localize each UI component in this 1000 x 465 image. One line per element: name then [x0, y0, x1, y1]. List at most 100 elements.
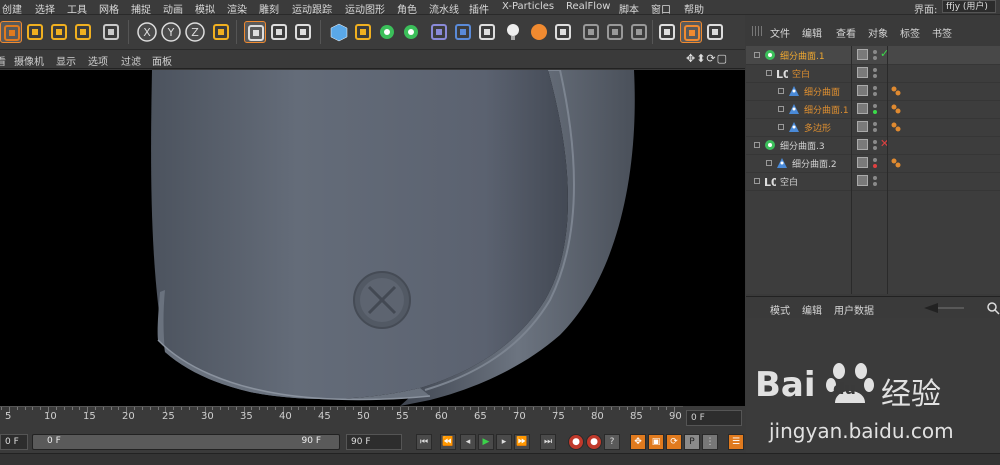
key-pla-button[interactable]: ⋮ [702, 434, 718, 450]
back-arrow-icon[interactable] [924, 301, 964, 315]
tree-expander-icon[interactable] [754, 52, 760, 58]
viewport-menu-item[interactable]: 显示 [56, 53, 76, 68]
autokey-button[interactable]: ● [586, 434, 602, 450]
object-manager-menu-item[interactable]: 文件 [770, 25, 790, 40]
menu-item[interactable]: 选择 [35, 1, 55, 16]
timeline-settings-button[interactable]: ☰ [728, 434, 744, 450]
editor-visibility-dot[interactable] [873, 122, 877, 126]
floor-icon[interactable] [452, 21, 474, 43]
key-rotation-button[interactable]: ⟳ [666, 434, 682, 450]
attribute-manager-menu-item[interactable]: 编辑 [802, 302, 822, 317]
menu-item[interactable]: 渲染 [227, 1, 247, 16]
menu-item[interactable]: 帮助 [684, 1, 704, 16]
tree-expander-icon[interactable] [754, 178, 760, 184]
object-manager-menu-item[interactable]: 编辑 [802, 25, 822, 40]
viewport-nav-icons[interactable]: ✥⬍⟳▢ [686, 52, 728, 65]
render-view-icon[interactable] [244, 21, 266, 43]
render-visibility-dot[interactable] [873, 182, 877, 186]
x-axis-icon[interactable]: X [136, 21, 158, 43]
key-selection-button[interactable]: ? [604, 434, 620, 450]
tree-expander-icon[interactable] [766, 160, 772, 166]
attribute-manager-menu-item[interactable]: 模式 [770, 302, 790, 317]
deformer-icon[interactable] [428, 21, 450, 43]
layer-icon[interactable] [857, 121, 868, 132]
range-slider[interactable]: 0 F 90 F [32, 434, 340, 450]
go-to-start-button[interactable]: ⏮ [416, 434, 432, 450]
tree-expander-icon[interactable] [754, 142, 760, 148]
render-visibility-dot[interactable] [873, 92, 877, 96]
object-manager-menu-item[interactable]: 对象 [868, 25, 888, 40]
layer-icon[interactable] [857, 175, 868, 186]
camera-icon[interactable] [476, 21, 498, 43]
object-row[interactable]: 细分曲面.1 ✓ [746, 46, 1000, 65]
end-frame-field[interactable]: 90 F [346, 434, 402, 450]
layer-icon[interactable] [857, 157, 868, 168]
editor-visibility-dot[interactable] [873, 140, 877, 144]
key-param-button[interactable]: P [684, 434, 700, 450]
menu-item[interactable]: 工具 [67, 1, 87, 16]
render-visibility-dot[interactable] [873, 56, 877, 60]
menu-item[interactable]: 窗口 [651, 1, 671, 16]
play-button[interactable]: ▶ [478, 434, 494, 450]
layer-icon[interactable] [857, 139, 868, 150]
render-visibility-dot[interactable] [873, 146, 877, 150]
render-visibility-dot[interactable] [873, 128, 877, 132]
cloth-icon[interactable] [628, 21, 650, 43]
clapper-icon[interactable] [656, 21, 678, 43]
object-row[interactable]: 细分曲面.2 [746, 154, 1000, 173]
editor-visibility-dot[interactable] [873, 104, 877, 108]
hair-icon[interactable] [604, 21, 626, 43]
sound-icon[interactable] [552, 21, 574, 43]
start-frame-field[interactable]: 0 F [0, 434, 28, 450]
render-picture-viewer-icon[interactable] [268, 21, 290, 43]
layer-icon[interactable] [857, 85, 868, 96]
object-row[interactable]: L0 空白 [746, 172, 1000, 191]
coordinate-system-icon[interactable] [210, 21, 232, 43]
go-to-end-button[interactable]: ⏭ [540, 434, 556, 450]
phong-tag-icon[interactable] [890, 103, 902, 118]
render-settings-icon[interactable] [292, 21, 314, 43]
phong-tag-icon[interactable] [890, 85, 902, 100]
menu-item[interactable]: X-Particles [502, 1, 554, 12]
3d-viewport[interactable] [0, 70, 745, 406]
menu-item[interactable]: 脚本 [619, 1, 639, 16]
menu-item[interactable]: 雕刻 [259, 1, 279, 16]
menu-item[interactable]: 运动图形 [345, 1, 385, 16]
subdivision-icon[interactable] [376, 21, 398, 43]
tree-expander-icon[interactable] [766, 70, 772, 76]
rotate-icon[interactable] [72, 21, 94, 43]
menu-item[interactable]: 动画 [163, 1, 183, 16]
render-visibility-dot[interactable] [873, 74, 877, 78]
scale-icon[interactable] [48, 21, 70, 43]
select-icon[interactable] [0, 21, 22, 43]
viewport-solo-icon[interactable] [680, 21, 702, 43]
key-scale-button[interactable]: ▣ [648, 434, 664, 450]
menu-item[interactable]: 流水线 [429, 1, 459, 16]
previous-frame-button[interactable]: ◂ [460, 434, 476, 450]
next-frame-button[interactable]: ▸ [496, 434, 512, 450]
next-key-button[interactable]: ⏩ [514, 434, 530, 450]
editor-visibility-dot[interactable] [873, 176, 877, 180]
array-icon[interactable] [400, 21, 422, 43]
layer-icon[interactable] [857, 103, 868, 114]
tree-expander-icon[interactable] [778, 124, 784, 130]
pen-icon[interactable] [352, 21, 374, 43]
render-visibility-dot[interactable] [873, 164, 877, 168]
menu-item[interactable]: 运动跟踪 [292, 1, 332, 16]
layer-icon[interactable] [857, 67, 868, 78]
tree-expander-icon[interactable] [778, 88, 784, 94]
material-icon[interactable] [528, 21, 550, 43]
layout-select[interactable]: ffjy (用户) [942, 0, 996, 13]
attribute-manager-menu-item[interactable]: 用户数据 [834, 302, 874, 317]
object-manager-menu-item[interactable]: 书签 [932, 25, 952, 40]
record-button[interactable]: ● [568, 434, 584, 450]
menu-item[interactable]: 创建 [2, 1, 22, 16]
viewport-menu-item[interactable]: 面板 [152, 53, 172, 68]
render-visibility-dot[interactable] [873, 110, 877, 114]
layer-icon[interactable] [857, 49, 868, 60]
current-frame-field[interactable]: 0 F [686, 410, 742, 426]
cube-icon[interactable] [328, 21, 350, 43]
viewport-menu-item[interactable]: 摄像机 [14, 53, 44, 68]
move-icon[interactable] [24, 21, 46, 43]
menu-item[interactable]: 插件 [469, 1, 489, 16]
